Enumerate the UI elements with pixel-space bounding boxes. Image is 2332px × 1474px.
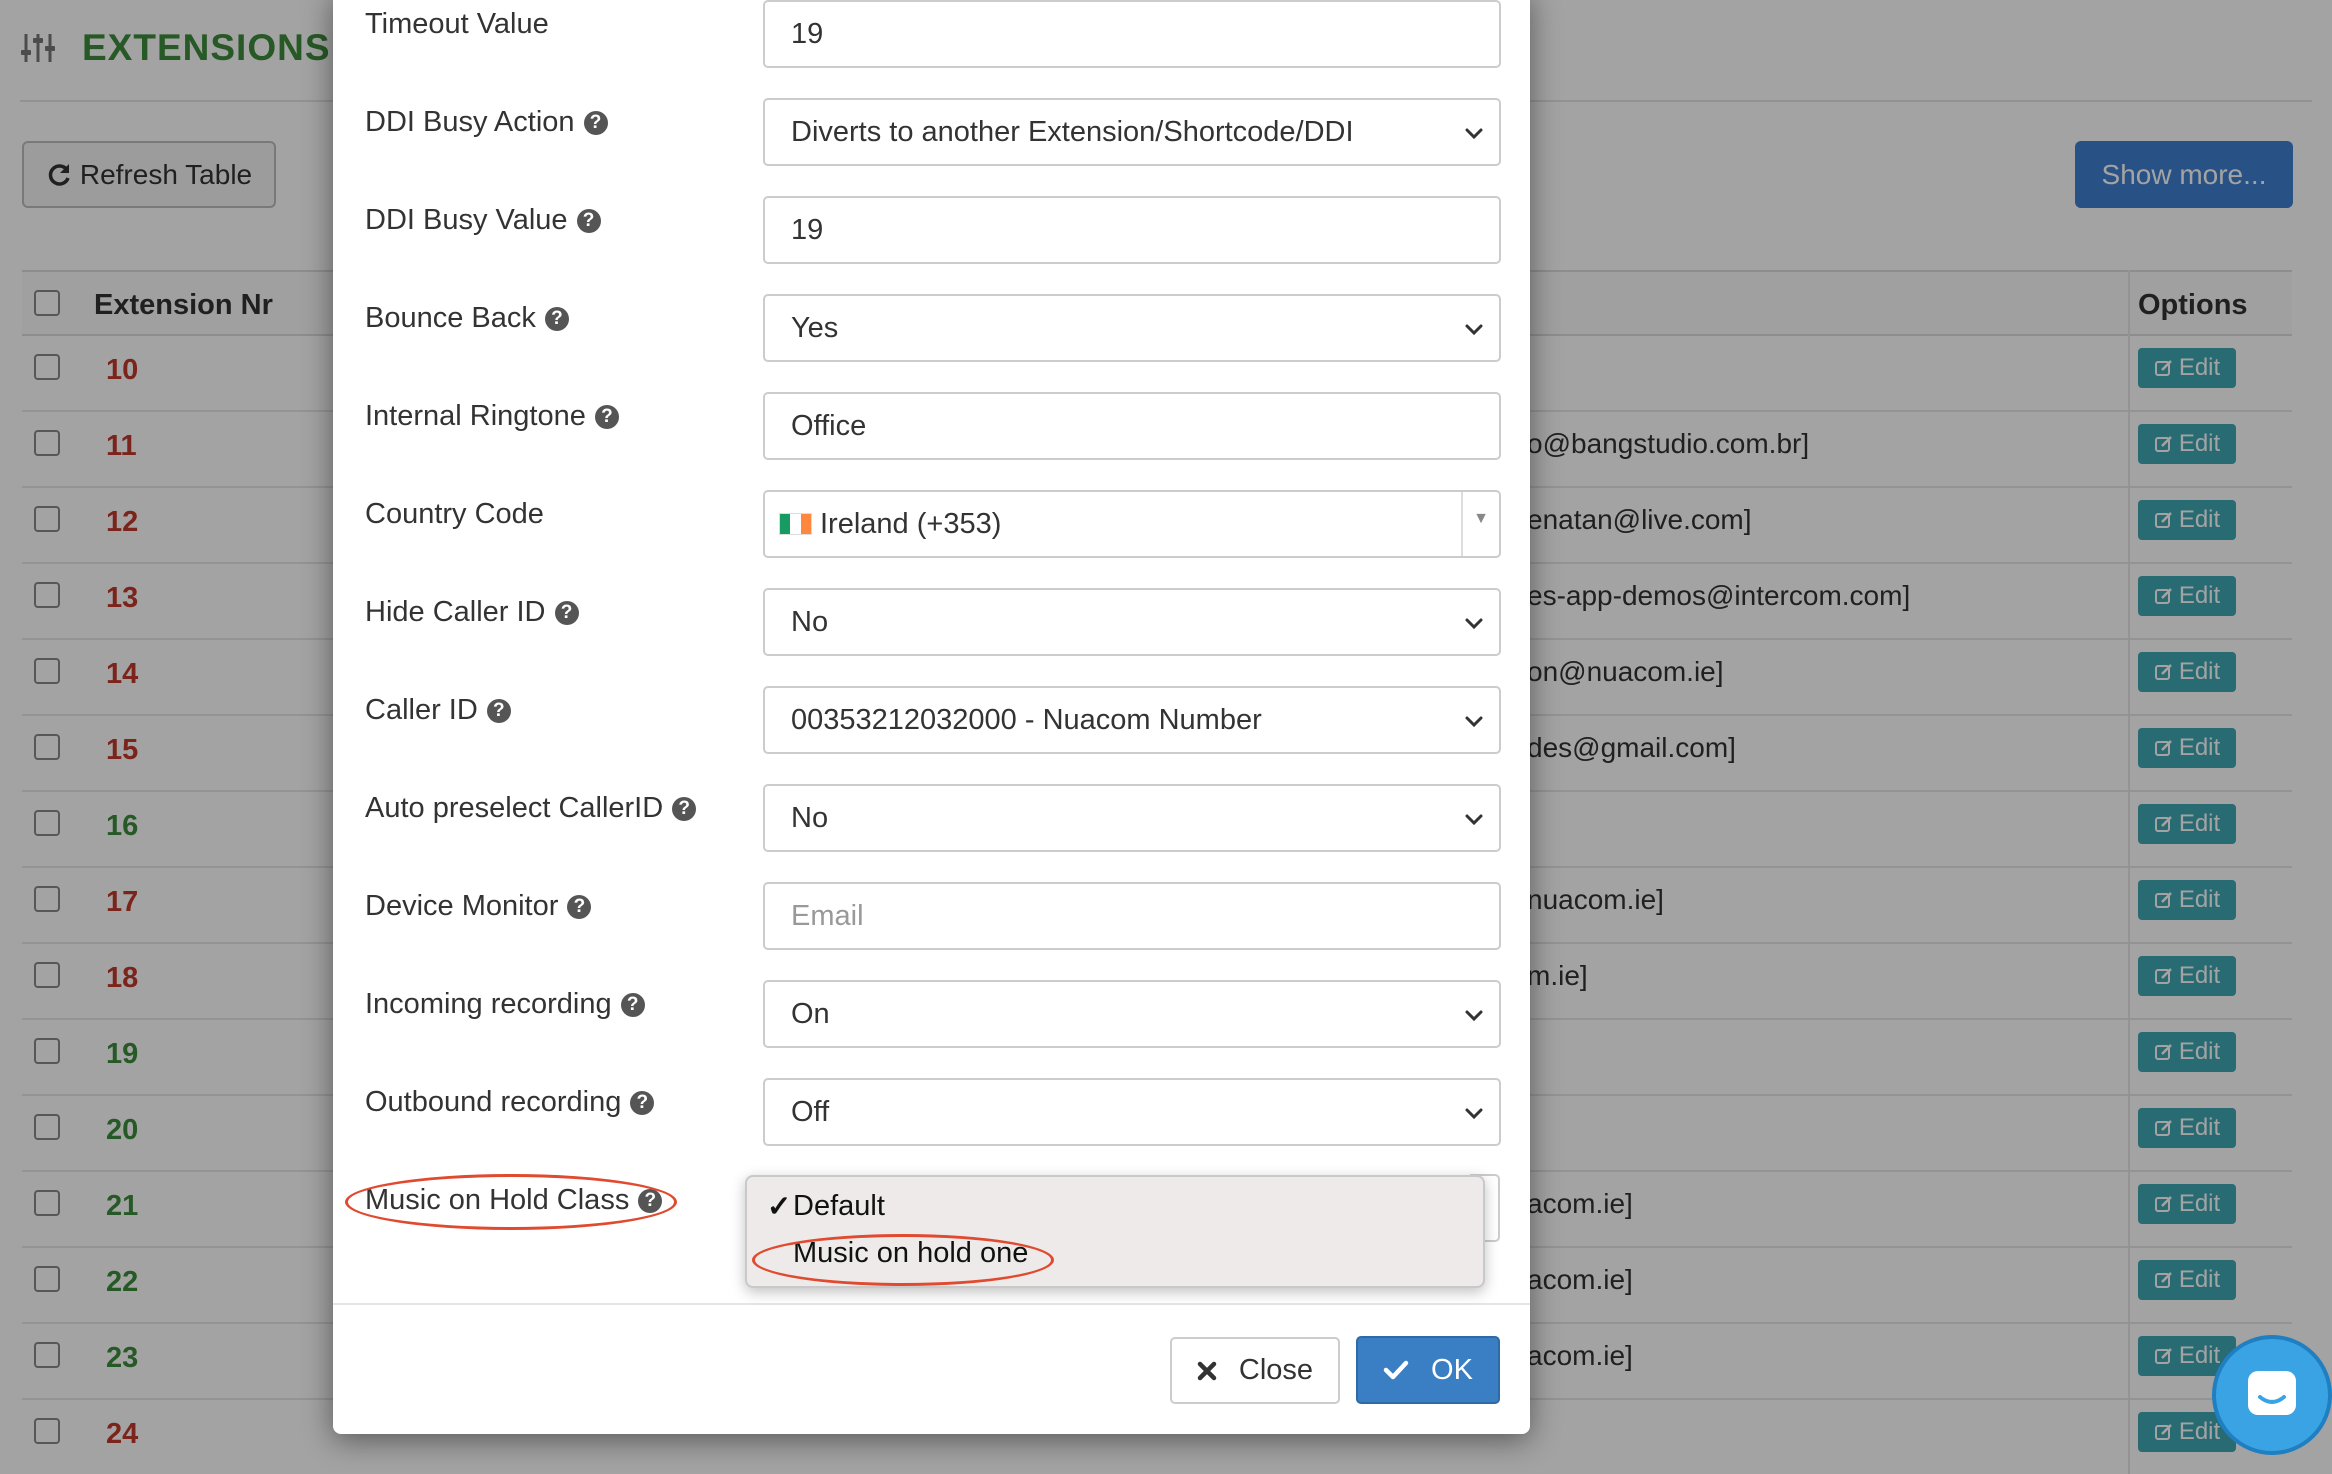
field-label: Timeout Value: [365, 8, 549, 40]
form-row-timeout-value: Timeout Value 19: [333, 0, 1530, 68]
form-row-bounce-back: Bounce Back? Yes: [333, 294, 1530, 362]
form-row-country-code: Country Code Ireland (+353) ▼: [333, 490, 1530, 558]
close-label: Close: [1238, 1354, 1314, 1386]
ok-button[interactable]: OK: [1356, 1336, 1500, 1404]
field-label: Bounce Back?: [365, 302, 569, 335]
option-label: Default: [793, 1190, 885, 1222]
outbound-recording-select[interactable]: Off: [763, 1078, 1501, 1146]
form-row-incoming-recording: Incoming recording? On: [333, 980, 1530, 1048]
bounce-back-select[interactable]: Yes: [763, 294, 1501, 362]
field-label: Auto preselect CallerID?: [365, 792, 697, 825]
chat-icon: [2248, 1371, 2296, 1415]
check-icon: [1383, 1360, 1409, 1380]
chevron-down-icon: [1465, 324, 1483, 336]
help-icon[interactable]: ?: [594, 404, 619, 429]
incoming-recording-select[interactable]: On: [763, 980, 1501, 1048]
help-icon[interactable]: ?: [567, 894, 592, 919]
field-label: Country Code: [365, 498, 544, 530]
chevron-down-icon: [1465, 814, 1483, 826]
dropdown-option-default[interactable]: ✓ Default: [767, 1189, 885, 1224]
help-icon[interactable]: ?: [576, 208, 601, 233]
internal-ringtone-input[interactable]: Office: [763, 392, 1501, 460]
annotation-ellipse-label: [345, 1174, 677, 1230]
field-label: Internal Ringtone?: [365, 400, 619, 433]
help-icon[interactable]: ?: [620, 992, 645, 1017]
close-icon: [1197, 1361, 1217, 1380]
ddi-busy-action-select[interactable]: Diverts to another Extension/Shortcode/D…: [763, 98, 1501, 166]
help-icon[interactable]: ?: [486, 698, 511, 723]
chevron-down-icon: [1465, 716, 1483, 728]
form-row-ddi-busy-action: DDI Busy Action? Diverts to another Exten…: [333, 98, 1530, 166]
form-row-auto-preselect-callerid: Auto preselect CallerID? No: [333, 784, 1530, 852]
chevron-down-icon: [1465, 1010, 1483, 1022]
form-row-hide-caller-id: Hide Caller ID? No: [333, 588, 1530, 656]
device-monitor-input[interactable]: Email: [763, 882, 1501, 950]
chevron-down-icon: [1465, 128, 1483, 140]
field-label: DDI Busy Action?: [365, 106, 608, 139]
form-row-caller-id: Caller ID? 00353212032000 - Nuacom Number: [333, 686, 1530, 754]
annotation-ellipse-option: [752, 1234, 1054, 1286]
timeout-value-input[interactable]: 19: [763, 0, 1501, 68]
field-label: DDI Busy Value?: [365, 204, 601, 237]
field-label: Hide Caller ID?: [365, 596, 579, 629]
form-row-ddi-busy-value: DDI Busy Value? 19: [333, 196, 1530, 264]
auto-preselect-callerid-select[interactable]: No: [763, 784, 1501, 852]
field-label: Device Monitor?: [365, 890, 592, 923]
field-label: Caller ID?: [365, 694, 511, 727]
chevron-down-icon: [1465, 1108, 1483, 1120]
hide-caller-id-select[interactable]: No: [763, 588, 1501, 656]
chat-widget-button[interactable]: [2212, 1335, 2332, 1455]
help-icon[interactable]: ?: [583, 110, 608, 135]
ok-label: OK: [1431, 1353, 1473, 1386]
checkmark-icon: ✓: [767, 1191, 792, 1223]
form-row-device-monitor: Device Monitor? Email: [333, 882, 1530, 950]
ddi-busy-value-input[interactable]: 19: [763, 196, 1501, 264]
close-button[interactable]: Close: [1170, 1337, 1340, 1404]
ireland-flag-icon: [779, 513, 812, 535]
chevron-down-icon: [1465, 618, 1483, 630]
caller-id-select[interactable]: 00353212032000 - Nuacom Number: [763, 686, 1501, 754]
form-row-outbound-recording: Outbound recording? Off: [333, 1078, 1530, 1146]
form-row-internal-ringtone: Internal Ringtone? Office: [333, 392, 1530, 460]
field-label: Incoming recording?: [365, 988, 645, 1021]
modal-footer-divider: [333, 1303, 1530, 1305]
help-icon[interactable]: ?: [672, 796, 697, 821]
help-icon[interactable]: ?: [544, 306, 569, 331]
help-icon[interactable]: ?: [554, 600, 579, 625]
country-code-select[interactable]: Ireland (+353) ▼: [763, 490, 1501, 558]
field-label: Outbound recording?: [365, 1086, 655, 1119]
caret-down-icon: ▼: [1473, 510, 1489, 527]
help-icon[interactable]: ?: [630, 1090, 655, 1115]
